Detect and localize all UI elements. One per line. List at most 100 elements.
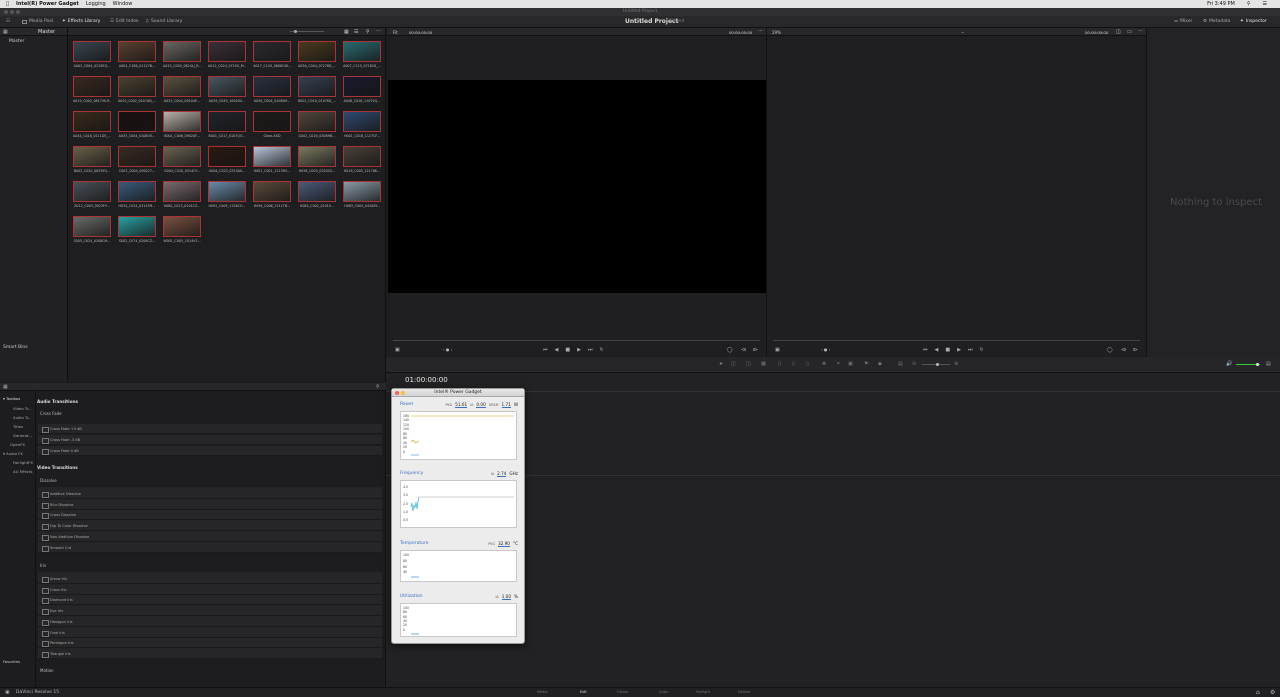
zoom-window-icon[interactable] xyxy=(16,10,20,14)
jog-control[interactable]: ‹ ● › xyxy=(821,347,830,352)
media-pool-button[interactable]: Media Pool xyxy=(22,19,53,24)
blade-tool-icon[interactable]: ▩ xyxy=(761,361,766,367)
effect-item[interactable]: Oval Iris xyxy=(38,627,382,638)
thumbnail-view-icon[interactable]: ▦ xyxy=(344,29,349,35)
viewer-mode-icon[interactable]: ▣ xyxy=(395,347,400,353)
stop-icon[interactable]: ■ xyxy=(565,347,570,353)
page-tab-edit[interactable]: Edit xyxy=(580,690,587,694)
tree-generators[interactable]: Generat... xyxy=(13,433,32,438)
overwrite-clip-icon[interactable]: ▯ xyxy=(792,361,795,367)
media-clip[interactable]: A048_C016_1107VQ... xyxy=(343,76,381,103)
zoom-in-icon[interactable]: ⊕ xyxy=(954,361,958,367)
effect-cross-fade-minus3[interactable]: Cross Fade -3 dB xyxy=(38,435,382,445)
list-view-icon[interactable]: ☰ xyxy=(354,29,358,35)
media-clip[interactable]: A017_C105_0808OW... xyxy=(253,41,291,68)
effect-item[interactable]: Additive Dissolve xyxy=(38,489,382,499)
inspector-button[interactable]: ✦ Inspector xyxy=(1240,19,1267,24)
page-tab-media[interactable]: Media xyxy=(537,690,548,694)
media-clip[interactable]: H094_C006_1211TB... xyxy=(253,181,291,208)
play-icon[interactable]: ▶ xyxy=(957,347,961,353)
more-options-icon[interactable]: ⋯ xyxy=(758,28,763,34)
reverse-icon[interactable]: ◀ xyxy=(555,347,559,353)
panel-toggle-icon[interactable]: ▦ xyxy=(3,384,8,390)
tree-au-effects[interactable]: AU Effects xyxy=(13,469,33,474)
effects-library-button[interactable]: ✦ Effects Library xyxy=(62,19,100,24)
media-clip[interactable]: G002_C016_0308HB... xyxy=(298,111,336,138)
tree-video-transitions[interactable]: Video Tr... xyxy=(13,406,31,411)
media-clip[interactable]: H058_C003_0320CS... xyxy=(298,146,336,173)
effect-item[interactable]: Blur Dissolve xyxy=(38,499,382,510)
speaker-icon[interactable]: 🔊 xyxy=(1226,361,1232,367)
effect-item[interactable]: Diamond Iris xyxy=(38,595,382,606)
media-clip[interactable]: A033_C004_0108OE... xyxy=(118,111,156,138)
timeline-scrubber[interactable] xyxy=(773,340,1140,341)
media-clip[interactable]: A029_C049_10040U... xyxy=(208,76,246,103)
media-clip[interactable]: G004_C010_0314CY... xyxy=(163,146,201,173)
display-icon[interactable]: ▭ xyxy=(1127,29,1132,35)
effect-item[interactable]: Non-Additive Dissolve xyxy=(38,531,382,542)
menu-window[interactable]: Window xyxy=(113,1,133,7)
replace-clip-icon[interactable]: ▯ xyxy=(806,361,809,367)
tree-titles[interactable]: Titles xyxy=(13,424,23,429)
close-window-icon[interactable] xyxy=(4,10,8,14)
mark-in-icon[interactable]: ⧏ xyxy=(741,347,746,353)
effect-item[interactable]: Hexagon Iris xyxy=(38,616,382,627)
media-clip[interactable]: A025_C004_09104E... xyxy=(163,76,201,103)
media-clip[interactable]: B001_C017_0107QO... xyxy=(208,111,246,138)
minimize-window-icon[interactable] xyxy=(401,391,405,395)
settings-icon[interactable]: ⚙ xyxy=(1270,689,1275,696)
edit-index-button[interactable]: ☰ Edit Index xyxy=(110,19,139,24)
search-icon[interactable]: ⚲ xyxy=(366,29,370,35)
mark-icon[interactable]: ◫ xyxy=(1116,29,1121,35)
volume-slider[interactable] xyxy=(1236,363,1260,366)
media-clip[interactable]: B001_C006_0902AF... xyxy=(163,111,201,138)
lock-icon[interactable]: ▣ xyxy=(848,361,853,367)
zoom-dropdown[interactable]: 29% xyxy=(772,30,781,35)
match-frame-icon[interactable]: ◯ xyxy=(1107,347,1113,353)
minimize-window-icon[interactable] xyxy=(10,10,14,14)
page-tab-deliver[interactable]: Deliver xyxy=(738,690,750,694)
media-clip[interactable]: A015_C005_0824LJ_R... xyxy=(163,41,201,68)
tree-fairlight[interactable]: FairlightFX xyxy=(13,460,33,465)
home-icon[interactable]: ⌂ xyxy=(1256,689,1260,696)
mark-out-icon[interactable]: ⧐ xyxy=(1133,347,1138,353)
stop-icon[interactable]: ■ xyxy=(945,347,950,353)
search-icon[interactable]: ⚲ xyxy=(376,384,380,390)
effect-item[interactable]: Triangle Iris xyxy=(38,648,382,659)
media-clip[interactable]: H001_C018_1127CF... xyxy=(343,111,381,138)
link-icon[interactable]: ⚭ xyxy=(836,361,840,367)
trim-tool-icon[interactable]: ◫ xyxy=(731,361,736,367)
media-clip[interactable]: A056_C004_07278D_... xyxy=(298,41,336,68)
skip-forward-icon[interactable]: ⏭ xyxy=(968,347,973,353)
skip-forward-icon[interactable]: ⏭ xyxy=(588,347,593,353)
match-frame-icon[interactable]: ◯ xyxy=(727,347,733,353)
effect-item[interactable]: Smooth Cut xyxy=(38,542,382,553)
zoom-out-icon[interactable]: ⊖ xyxy=(912,361,916,367)
power-gadget-window[interactable]: Intel® Power Gadget Power PKG 51.61 IA 0.0… xyxy=(391,388,525,644)
effect-item[interactable]: Arrow Iris xyxy=(38,574,382,584)
insert-clip-icon[interactable]: ▯ xyxy=(778,361,781,367)
clock[interactable]: Fri 3:49 PM xyxy=(1207,1,1235,7)
media-clip[interactable]: H034_C024_0314FM... xyxy=(118,181,156,208)
media-clip[interactable]: A007_C115_071818_... xyxy=(343,41,381,68)
meter-icon[interactable]: ▤ xyxy=(1266,361,1271,367)
loop-icon[interactable]: ↻ xyxy=(979,347,983,353)
media-clip[interactable]: H080_C013_0101CZ... xyxy=(163,181,201,208)
media-clip[interactable]: A044_C018_0111D5_... xyxy=(73,111,111,138)
media-clip[interactable]: C003_C004_090227... xyxy=(118,146,156,173)
media-clip[interactable]: S002_C074_0206CZ... xyxy=(118,216,156,243)
skip-back-icon[interactable]: ⏮ xyxy=(543,347,548,353)
power-gadget-titlebar[interactable]: Intel® Power Gadget xyxy=(392,389,524,397)
media-clip[interactable]: H092_C009_1126CO... xyxy=(208,181,246,208)
media-clip[interactable]: B003_C020_0629YQ... xyxy=(73,146,111,173)
selection-tool-icon[interactable]: ➤ xyxy=(719,361,723,367)
page-tab-fairlight[interactable]: Fairlight xyxy=(696,690,710,694)
effect-cross-fade-0[interactable]: Cross Fade 0 dB xyxy=(38,446,382,456)
skip-back-icon[interactable]: ⏮ xyxy=(923,347,928,353)
media-clip[interactable]: H084_C002_01010... xyxy=(298,181,336,208)
media-clip[interactable]: A019_C002_0817VK.R... xyxy=(73,76,111,103)
metadata-button[interactable]: ⚙ Metadata xyxy=(1203,19,1230,24)
source-scrubber[interactable] xyxy=(393,340,760,341)
tree-toolbox[interactable]: ▾ Toolbox xyxy=(3,396,20,401)
fit-dropdown[interactable]: Fit xyxy=(393,30,398,35)
